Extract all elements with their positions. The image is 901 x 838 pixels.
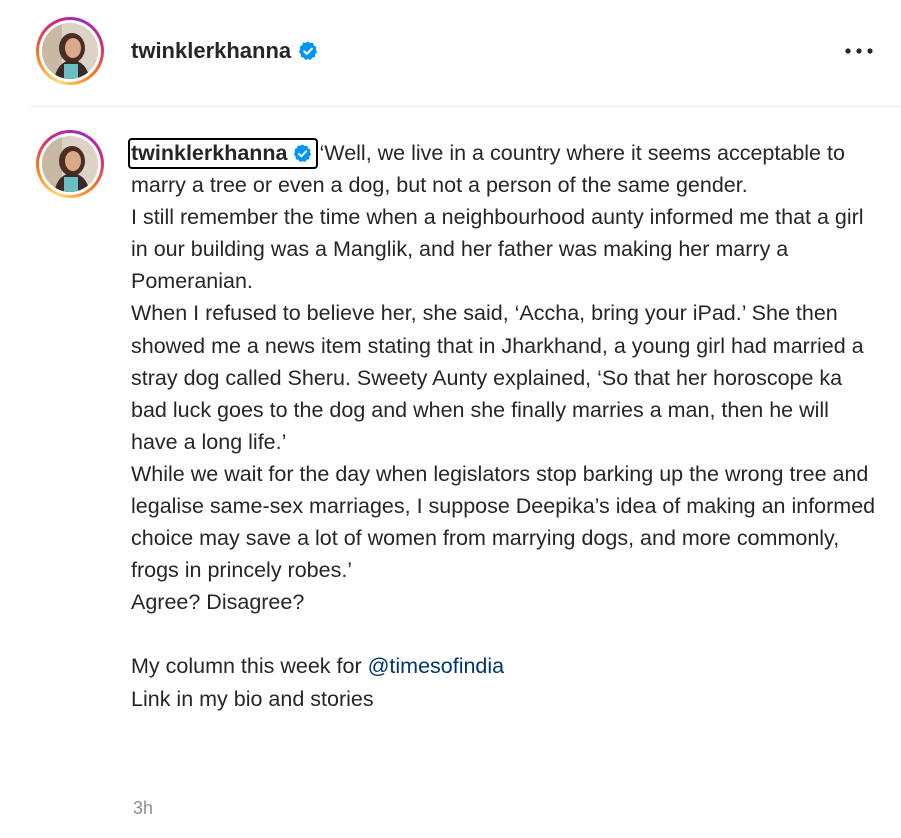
header-divider (30, 106, 901, 107)
verified-badge-icon (299, 41, 318, 60)
post-timestamp[interactable]: 3h (133, 798, 153, 819)
mention-link[interactable]: @timesofindia (368, 654, 505, 678)
caption-paragraph-4: While we wait for the day when legislato… (131, 461, 876, 583)
more-options-button[interactable] (838, 38, 880, 64)
profile-avatar[interactable] (36, 17, 104, 85)
caption-paragraph: twinklerkhanna ‘Well, we live in a count… (128, 137, 876, 201)
caption-avatar[interactable] (36, 130, 104, 198)
caption-paragraph-2: I still remember the time when a neighbo… (131, 205, 864, 294)
username-text[interactable]: twinklerkhanna (131, 38, 291, 63)
post-author-username[interactable]: twinklerkhanna (131, 38, 319, 64)
caption-username[interactable]: twinklerkhanna (131, 141, 288, 165)
caption-username-link[interactable]: twinklerkhanna (128, 138, 318, 169)
bio-line: Link in my bio and stories (131, 686, 374, 711)
verified-badge-icon (293, 144, 311, 162)
column-line: My column this week for @timesofindia (131, 650, 876, 682)
post-header: twinklerkhanna (0, 0, 901, 106)
caption-paragraph-3: When I refused to believe her, she said,… (131, 301, 864, 454)
more-horizontal-icon (845, 48, 873, 54)
column-prefix: My column this week for (131, 654, 368, 679)
caption-paragraph-5: Agree? Disagree? (131, 590, 305, 615)
caption-text: twinklerkhanna ‘Well, we live in a count… (128, 137, 876, 715)
